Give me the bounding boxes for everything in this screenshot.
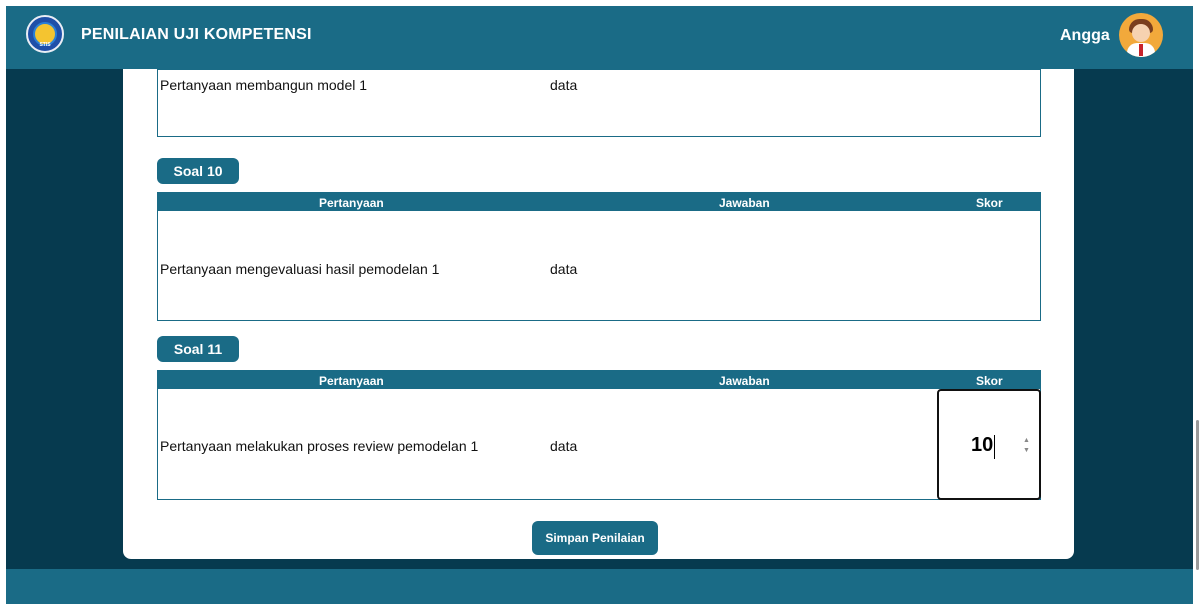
footer-bar xyxy=(6,569,1193,604)
question-badge-10: Soal 10 xyxy=(157,158,239,184)
column-header-score: Skor xyxy=(976,196,1003,210)
score-input[interactable]: 10 ▲ ▼ xyxy=(937,389,1041,500)
stis-logo: STIS xyxy=(26,15,64,53)
text-caret xyxy=(994,435,995,459)
column-header-question: Pertanyaan xyxy=(319,196,384,210)
question-text: Pertanyaan mengevaluasi hasil pemodelan … xyxy=(160,261,440,277)
question-table-prev: Pertanyaan membangun model 1 data xyxy=(157,69,1041,137)
score-value: 10 xyxy=(971,434,994,456)
answer-text: data xyxy=(550,438,578,454)
answer-text: data xyxy=(550,77,578,93)
column-header-answer: Jawaban xyxy=(719,374,770,388)
answer-text: data xyxy=(550,261,578,277)
user-name[interactable]: Angga xyxy=(1060,27,1110,45)
table-header: Pertanyaan Jawaban Skor xyxy=(158,371,1040,389)
question-text: Pertanyaan membangun model 1 xyxy=(160,77,368,93)
question-table-11: Pertanyaan Jawaban Skor Pertanyaan melak… xyxy=(157,370,1041,500)
column-header-score: Skor xyxy=(976,374,1003,388)
question-badge-11: Soal 11 xyxy=(157,336,239,362)
user-avatar-icon[interactable] xyxy=(1119,13,1163,57)
column-header-question: Pertanyaan xyxy=(319,374,384,388)
top-header: STIS PENILAIAN UJI KOMPETENSI Angga xyxy=(6,6,1193,69)
page-title: PENILAIAN UJI KOMPETENSI xyxy=(81,26,312,43)
table-header: Pertanyaan Jawaban Skor xyxy=(158,193,1040,211)
assessment-card: Pertanyaan membangun model 1 data Soal 1… xyxy=(123,69,1074,559)
question-table-10: Pertanyaan Jawaban Skor Pertanyaan menge… xyxy=(157,192,1041,321)
number-spinner-icon[interactable]: ▲ ▼ xyxy=(1023,436,1030,456)
column-header-answer: Jawaban xyxy=(719,196,770,210)
question-text: Pertanyaan melakukan proses review pemod… xyxy=(160,438,479,454)
logo-text: STIS xyxy=(39,42,51,48)
save-assessment-button[interactable]: Simpan Penilaian xyxy=(532,521,658,555)
app-frame: STIS PENILAIAN UJI KOMPETENSI Angga Pert… xyxy=(6,6,1193,604)
